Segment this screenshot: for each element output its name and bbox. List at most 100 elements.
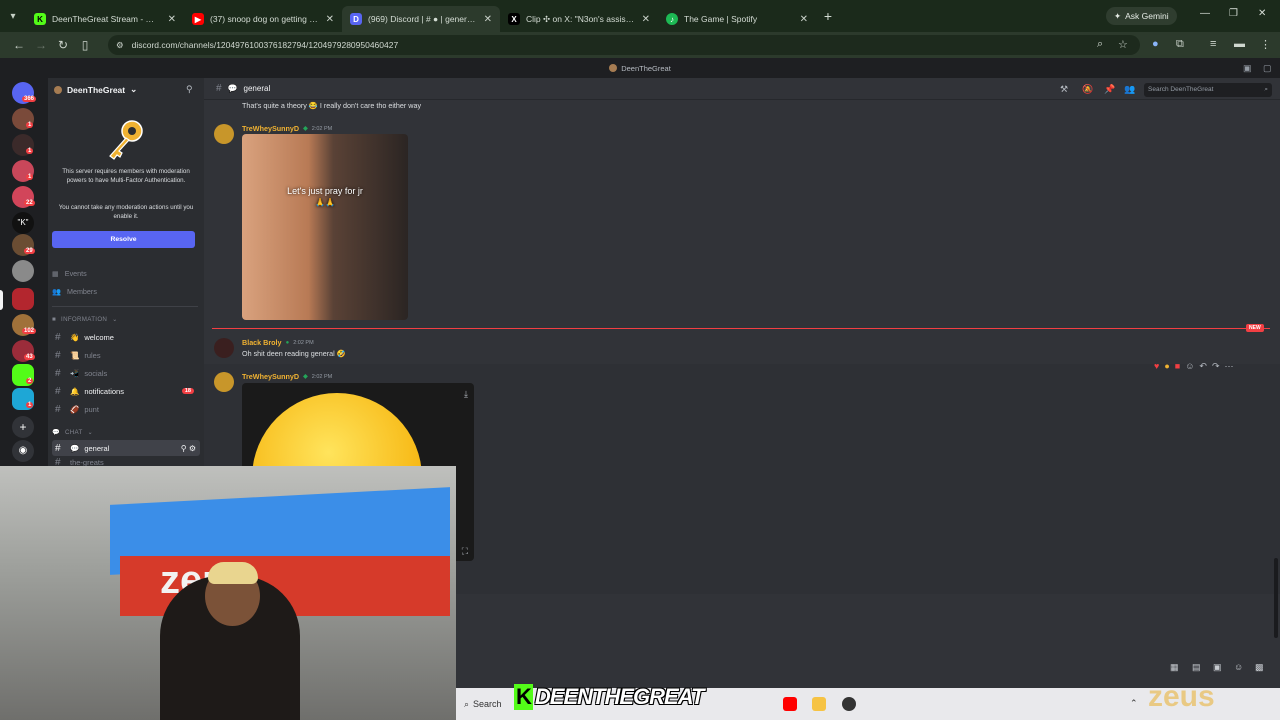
- close-icon[interactable]: ✕: [484, 14, 492, 25]
- scrollbar[interactable]: [1274, 558, 1278, 638]
- server-icon[interactable]: [12, 260, 34, 282]
- browser-tab-spotify[interactable]: ♪ The Game | Spotify ✕: [658, 6, 816, 32]
- site-info-icon[interactable]: ⚙: [116, 40, 124, 51]
- channel-notifications[interactable]: # 🔔 notifications 18: [52, 383, 200, 399]
- gif-icon[interactable]: ▤: [1192, 662, 1201, 673]
- category-information[interactable]: ■ INFORMATION ⌄: [52, 316, 118, 323]
- browser-tab-kick[interactable]: K DeenTheGreat Stream - Watch ✕: [26, 6, 184, 32]
- laugh-reaction-icon[interactable]: ●: [1164, 361, 1169, 372]
- address-bar[interactable]: ⚙ discord.com/channels/12049761003761827…: [108, 35, 1140, 55]
- browser-tab-strip: ▾ K DeenTheGreat Stream - Watch ✕ ▶ (37)…: [0, 0, 1280, 32]
- sidepanel-icon[interactable]: ▯: [74, 38, 96, 52]
- mfa-notice: This server requires members with modera…: [62, 168, 190, 184]
- x-icon: X: [508, 13, 520, 25]
- browser-tab-x[interactable]: X Clip ✣ on X: "N3on's assistant t ✕: [500, 6, 658, 32]
- add-reaction-icon[interactable]: ☺: [1185, 361, 1194, 372]
- username[interactable]: Black Broly: [242, 338, 282, 347]
- maximize-icon[interactable]: ❐: [1229, 8, 1238, 19]
- profile-icon[interactable]: ▬: [1234, 38, 1245, 50]
- sticker-icon[interactable]: ▣: [1213, 662, 1222, 673]
- server-name-header[interactable]: DeenTheGreat ⌄: [54, 84, 137, 95]
- server-icon[interactable]: "K": [12, 212, 34, 234]
- obs-icon[interactable]: [842, 697, 856, 711]
- taskbar-search[interactable]: ⌕ Search: [460, 695, 520, 713]
- extensions-puzzle-icon[interactable]: ⧉: [1176, 38, 1184, 51]
- username[interactable]: TreWheySunnyD: [242, 372, 299, 381]
- tab-title: (969) Discord | # ● | general |: [368, 14, 478, 24]
- members-item[interactable]: 👥 Members: [52, 283, 198, 299]
- category-chat[interactable]: 💬 CHAT ⌄: [52, 428, 93, 437]
- bookmark-star-icon[interactable]: ☆: [1118, 38, 1128, 51]
- inbox-icon[interactable]: ▣: [1243, 63, 1252, 74]
- resolve-button[interactable]: Resolve: [52, 231, 195, 248]
- zoom-icon[interactable]: ⌕: [1097, 38, 1103, 51]
- channel-rules[interactable]: # 📜 rules: [52, 347, 200, 363]
- overlay-name-text: DEENTHEGREAT: [534, 684, 704, 709]
- forward-icon[interactable]: ↷: [1212, 361, 1220, 372]
- emoji-icon[interactable]: ☺: [1234, 662, 1243, 672]
- discord-titlebar: DeenTheGreat: [0, 58, 1280, 78]
- message-image[interactable]: Let's just pray for jr 🙏🙏: [242, 134, 408, 320]
- channel-punt[interactable]: # 🏈 punt: [52, 401, 200, 417]
- mfa-subtext: You cannot take any moderation actions u…: [58, 204, 194, 220]
- username[interactable]: TreWheySunnyD: [242, 124, 299, 133]
- help-icon[interactable]: ▢: [1263, 63, 1272, 74]
- forward-icon[interactable]: →: [30, 38, 52, 52]
- message-text: That's quite a theory 😂 I really don't c…: [242, 101, 422, 110]
- discord-icon: D: [350, 13, 362, 25]
- ask-gemini-button[interactable]: ✦ Ask Gemini: [1106, 7, 1177, 25]
- channel-socials[interactable]: # 📲 socials: [52, 365, 200, 381]
- member-list-icon[interactable]: 👥: [1124, 84, 1135, 95]
- heart-reaction-icon[interactable]: ♥: [1154, 361, 1159, 372]
- reply-icon[interactable]: ↶: [1199, 361, 1207, 372]
- gift-icon[interactable]: ▦: [1170, 662, 1179, 673]
- message-author[interactable]: Black Broly ● 2:02 PM: [242, 338, 314, 347]
- events-item[interactable]: ▦ Events: [52, 265, 198, 281]
- browser-tab-discord[interactable]: D (969) Discord | # ● | general | ✕: [342, 6, 500, 32]
- close-icon[interactable]: ✕: [800, 14, 808, 25]
- menu-icon[interactable]: ⋮: [1260, 38, 1271, 51]
- close-icon[interactable]: ✕: [642, 14, 650, 25]
- kick-icon: K: [34, 13, 46, 25]
- notifications-icon[interactable]: 🔕: [1082, 84, 1093, 95]
- channel-welcome[interactable]: # 👋 welcome: [52, 329, 200, 345]
- media-icon[interactable]: ≡: [1210, 38, 1216, 50]
- avatar[interactable]: [214, 338, 234, 358]
- reload-icon[interactable]: ↻: [52, 38, 74, 52]
- message-author[interactable]: TreWheySunnyD ◆ 2:02 PM: [242, 124, 332, 133]
- add-member-icon[interactable]: ⚲: [186, 84, 193, 95]
- discover-icon[interactable]: ◉: [12, 440, 34, 462]
- channel-general[interactable]: # 💬 general ⚲ ⚙: [52, 440, 200, 456]
- close-icon[interactable]: ✕: [326, 14, 334, 25]
- folder-icon[interactable]: [812, 697, 826, 711]
- reaction-icon[interactable]: ■: [1175, 361, 1180, 372]
- search-input[interactable]: Search DeenTheGreat ⌕: [1144, 83, 1272, 97]
- back-icon[interactable]: ←: [8, 38, 30, 52]
- apps-icon[interactable]: ▩: [1255, 662, 1264, 673]
- add-server-icon[interactable]: +: [12, 416, 34, 438]
- extension-icon[interactable]: ●: [1152, 38, 1159, 50]
- youtube-icon[interactable]: [783, 697, 797, 711]
- channel-emoji: 🏈: [70, 404, 80, 414]
- expand-icon[interactable]: ⛶: [462, 546, 468, 557]
- hash-icon: #: [55, 458, 61, 466]
- hash-icon: #: [55, 331, 61, 343]
- settings-icons[interactable]: ⚲ ⚙: [181, 444, 196, 453]
- server-icon-deenthegreat[interactable]: [12, 288, 34, 310]
- channel-the-greats[interactable]: # the-greats: [52, 458, 200, 466]
- avatar[interactable]: [214, 372, 234, 392]
- minimize-icon[interactable]: —: [1200, 8, 1210, 19]
- download-icon[interactable]: ⤓: [464, 389, 468, 400]
- members-label: Members: [66, 286, 97, 296]
- tab-search-icon[interactable]: ▾: [0, 0, 26, 32]
- pin-icon[interactable]: 📌: [1104, 84, 1115, 95]
- close-icon[interactable]: ✕: [168, 14, 176, 25]
- close-window-icon[interactable]: ✕: [1258, 8, 1266, 19]
- message-author[interactable]: TreWheySunnyD ◆ 2:02 PM: [242, 372, 332, 381]
- threads-icon[interactable]: ⚒: [1060, 84, 1068, 95]
- chevron-up-icon[interactable]: ⌃: [1130, 698, 1138, 709]
- browser-tab-youtube[interactable]: ▶ (37) snoop dog on getting rid o ✕: [184, 6, 342, 32]
- avatar[interactable]: [214, 124, 234, 144]
- more-icon[interactable]: ⋯: [1225, 361, 1234, 372]
- new-tab-button[interactable]: +: [816, 8, 840, 24]
